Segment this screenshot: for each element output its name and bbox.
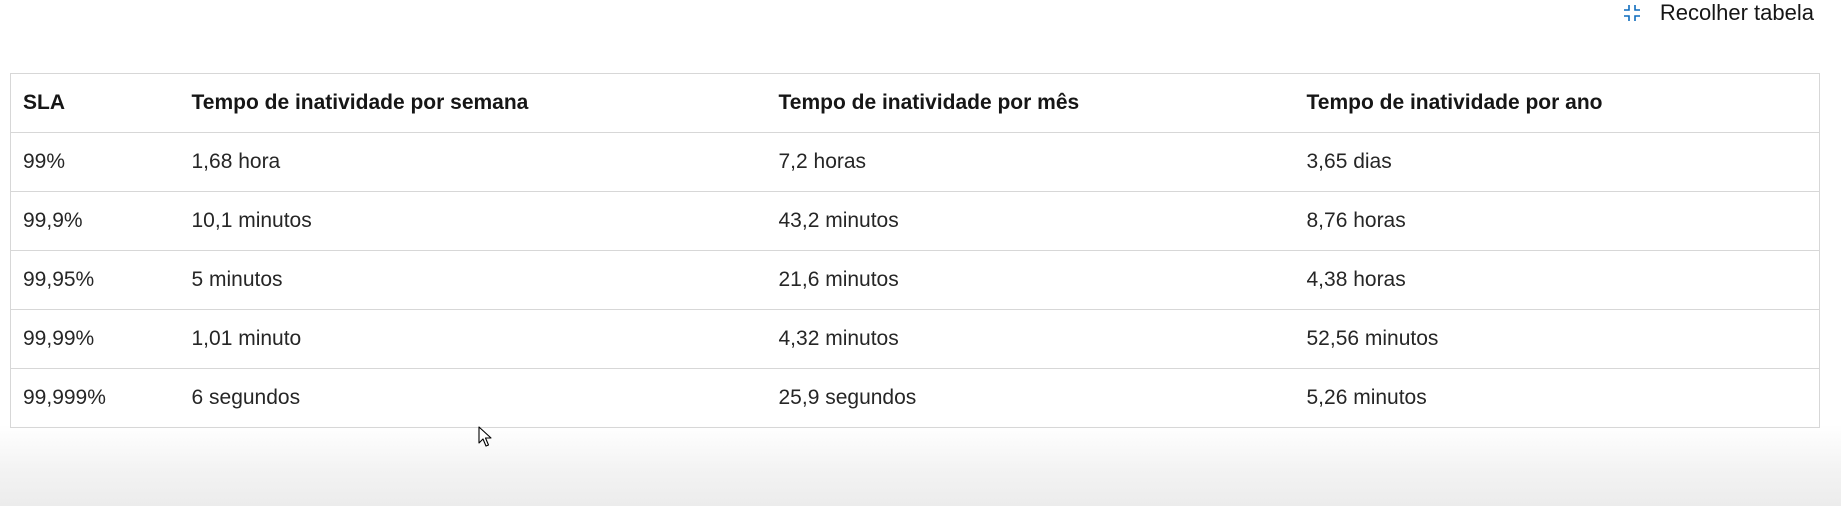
table-row: 99,99% 1,01 minuto 4,32 minutos 52,56 mi… [10,309,1820,369]
column-header-week: Tempo de inatividade por semana [179,73,767,133]
collapse-table-label: Recolher tabela [1659,0,1814,25]
cell-sla: 99,99% [10,309,180,369]
cell-month: 7,2 horas [766,132,1295,192]
cell-month: 25,9 segundos [766,368,1295,428]
column-header-sla: SLA [10,73,180,133]
cell-week: 10,1 minutos [179,191,767,251]
mouse-pointer-icon [478,426,492,447]
cell-year: 4,38 horas [1294,250,1820,310]
table-row: 99,9% 10,1 minutos 43,2 minutos 8,76 hor… [10,191,1820,251]
cell-month: 21,6 minutos [766,250,1295,310]
sla-table: SLA Tempo de inatividade por semana Temp… [10,73,1820,428]
cell-week: 1,01 minuto [179,309,767,369]
table-row: 99% 1,68 hora 7,2 horas 3,65 dias [10,132,1820,192]
cell-year: 5,26 minutos [1294,368,1820,428]
cell-sla: 99,999% [10,368,180,428]
cell-sla: 99,95% [10,250,180,310]
cell-year: 8,76 horas [1294,191,1820,251]
cell-sla: 99,9% [10,191,180,251]
column-header-month: Tempo de inatividade por mês [766,73,1295,133]
cell-week: 1,68 hora [179,132,767,192]
collapse-table-button[interactable]: Recolher tabela [1622,0,1814,26]
cell-year: 52,56 minutos [1294,309,1820,369]
table-header-row: SLA Tempo de inatividade por semana Temp… [10,73,1820,133]
cell-week: 6 segundos [179,368,767,428]
cell-week: 5 minutos [179,250,767,310]
cell-sla: 99% [10,132,180,192]
table-row: 99,95% 5 minutos 21,6 minutos 4,38 horas [10,250,1820,310]
table-row: 99,999% 6 segundos 25,9 segundos 5,26 mi… [10,368,1820,428]
column-header-year: Tempo de inatividade por ano [1294,73,1820,133]
cell-month: 43,2 minutos [766,191,1295,251]
collapse-arrows-icon [1622,3,1642,23]
cell-month: 4,32 minutos [766,309,1295,369]
cell-year: 3,65 dias [1294,132,1820,192]
sla-table-container: SLA Tempo de inatividade por semana Temp… [10,73,1820,428]
